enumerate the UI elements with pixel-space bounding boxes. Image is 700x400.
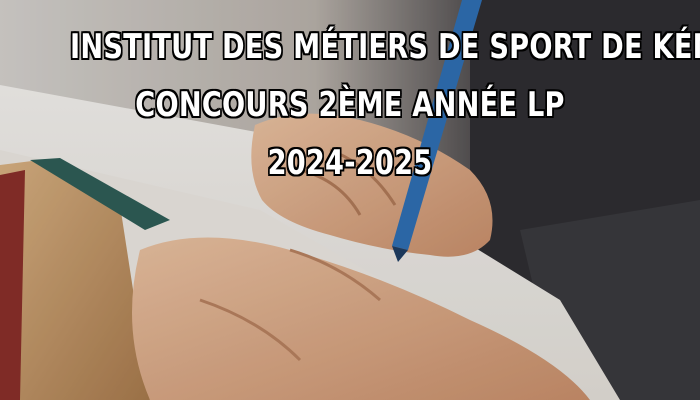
headline-year: 2024-2025 (267, 143, 433, 183)
headline-contest: CONCOURS 2ÈME ANNÉE LP (135, 85, 565, 125)
headline-institute: INSTITUT DES MÉTIERS DE SPORT DE KÉNITRA (70, 27, 700, 67)
banner: INSTITUT DES MÉTIERS DE SPORT DE KÉNITRA… (0, 0, 700, 400)
headline: INSTITUT DES MÉTIERS DE SPORT DE KÉNITRA… (70, 18, 700, 192)
